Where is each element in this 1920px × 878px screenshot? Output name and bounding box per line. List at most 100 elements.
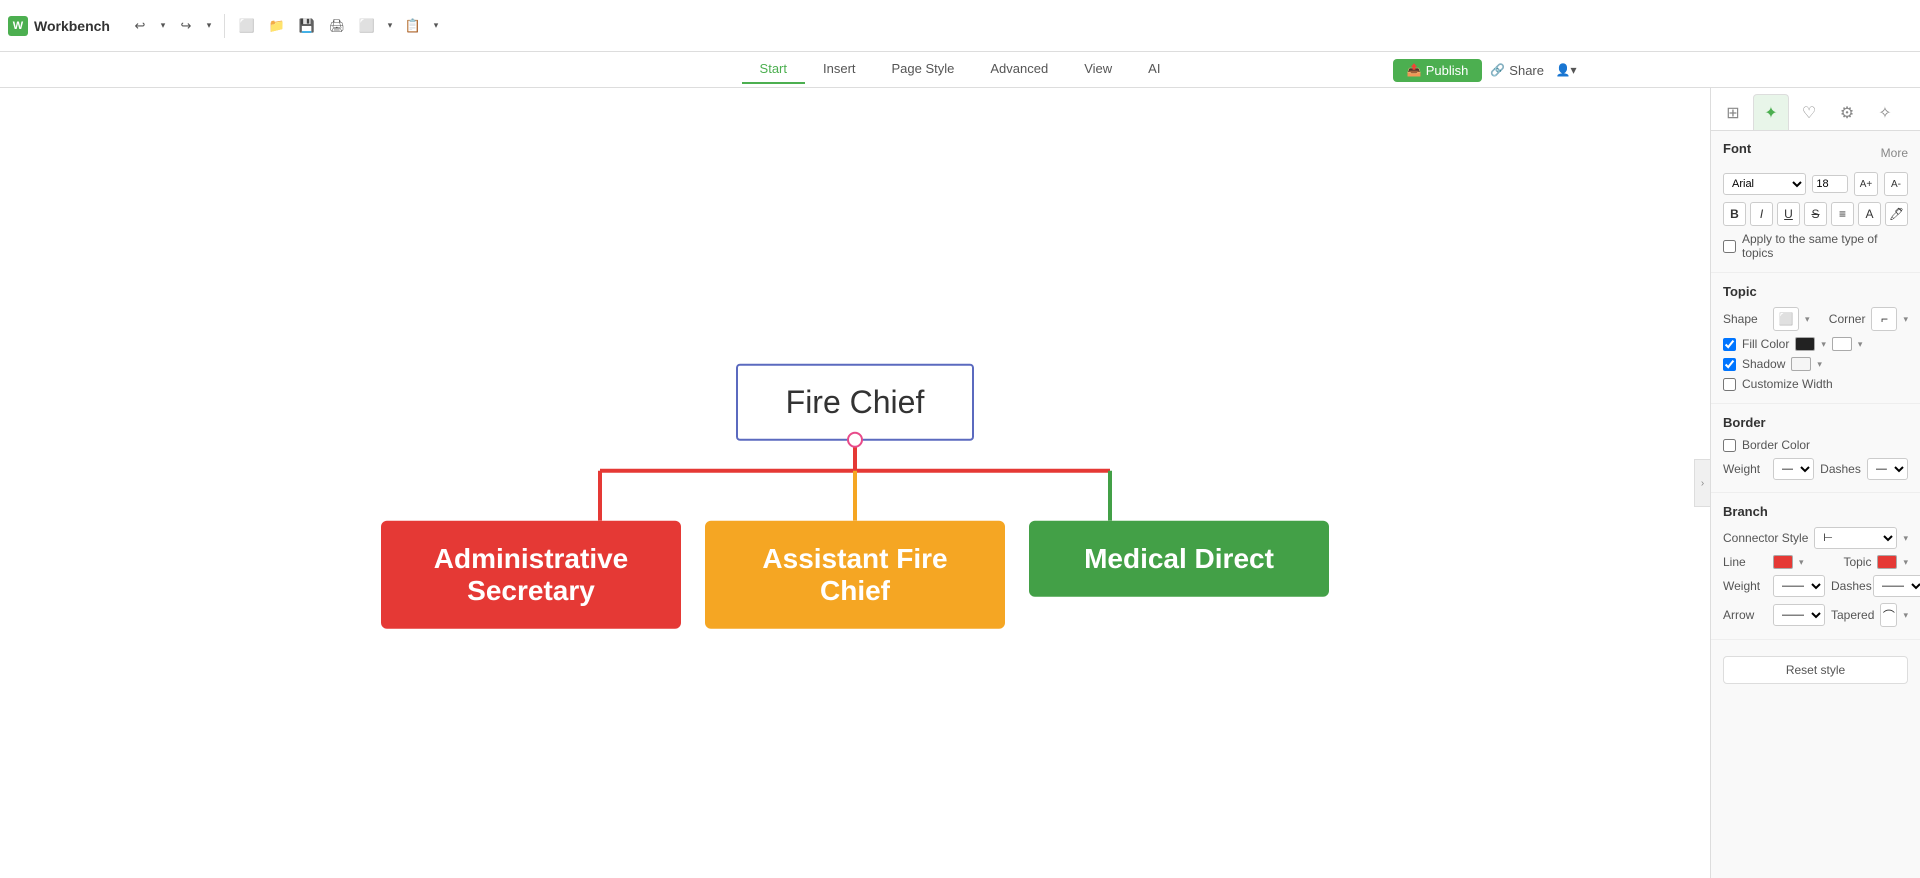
undo-dropdown[interactable]: ▾	[156, 12, 170, 40]
font-color-button[interactable]: A	[1858, 202, 1881, 226]
topic-section-title: Topic	[1723, 284, 1757, 299]
brand-icon: W	[8, 16, 28, 36]
font-size-input[interactable]	[1812, 175, 1848, 193]
border-dashes-select[interactable]: —	[1867, 458, 1908, 480]
menubar: Start Insert Page Style Advanced View AI…	[0, 52, 1920, 88]
border-color-checkbox[interactable]	[1723, 439, 1736, 452]
child-node-2[interactable]: Medical Direct	[1029, 521, 1329, 597]
fill-color-checkbox[interactable]	[1723, 338, 1736, 351]
fill-color-dropdown2[interactable]: ▾	[1858, 339, 1863, 350]
align-button[interactable]: ≡	[1831, 202, 1854, 226]
font-family-select[interactable]: Arial	[1723, 173, 1806, 195]
tapered-select[interactable]: ⌒	[1880, 603, 1897, 627]
shadow-checkbox[interactable]	[1723, 358, 1736, 371]
menu-page-style[interactable]: Page Style	[874, 55, 973, 84]
branch-arrow-select[interactable]: ——	[1773, 604, 1825, 626]
fill-color-dropdown[interactable]: ▾	[1821, 339, 1826, 350]
account-button[interactable]: 👤▾	[1552, 56, 1580, 84]
branch-line-color[interactable]	[1773, 555, 1793, 569]
reset-section: Reset style	[1711, 640, 1920, 700]
connector-style-select[interactable]: ⊢	[1814, 527, 1897, 549]
branch-topic-color[interactable]	[1877, 555, 1897, 569]
menu-insert[interactable]: Insert	[805, 55, 874, 84]
share-small-button[interactable]: 📋	[399, 12, 427, 40]
shape-select[interactable]: ⬜	[1773, 307, 1799, 331]
export-button[interactable]: ⬜	[353, 12, 381, 40]
fill-color-row: Fill Color ▾ ▾	[1723, 337, 1908, 351]
redo-button[interactable]: ↪	[172, 12, 200, 40]
branch-section: Branch Connector Style ⊢ ▾ Line ▾ Topic …	[1711, 493, 1920, 640]
share-button[interactable]: 🔗 Share	[1490, 63, 1544, 78]
root-node[interactable]: Fire Chief	[736, 364, 975, 441]
strikethrough-button[interactable]: S	[1804, 202, 1827, 226]
branch-weight-select[interactable]: ——	[1773, 575, 1825, 597]
open-button[interactable]: 📁	[263, 12, 291, 40]
bold-button[interactable]: B	[1723, 202, 1746, 226]
main-area: Fire Chief	[0, 88, 1920, 878]
border-weight-label: Weight	[1723, 462, 1767, 476]
connector-style-dropdown[interactable]: ▾	[1903, 533, 1908, 544]
font-size-decrease[interactable]: A-	[1884, 172, 1908, 196]
menu-advanced[interactable]: Advanced	[972, 55, 1066, 84]
panel-tab-marker[interactable]: ♡	[1791, 94, 1827, 130]
new-button[interactable]: ⬜	[233, 12, 261, 40]
collapse-panel-button[interactable]: ›	[1694, 459, 1710, 507]
branch-line-dropdown[interactable]: ▾	[1799, 557, 1804, 568]
undo-redo-group: ↩ ▾ ↪ ▾	[126, 12, 216, 40]
menu-ai[interactable]: AI	[1130, 55, 1178, 84]
tapered-dropdown[interactable]: ▾	[1903, 610, 1908, 621]
menu-view[interactable]: View	[1066, 55, 1130, 84]
apply-same-type-row: Apply to the same type of topics	[1723, 232, 1908, 260]
save-button[interactable]: 💾	[293, 12, 321, 40]
branch-topic-dropdown[interactable]: ▾	[1903, 557, 1908, 568]
italic-button[interactable]: I	[1750, 202, 1773, 226]
panel-tab-settings[interactable]: ⚙	[1829, 94, 1865, 130]
panel-tab-layout[interactable]: ⊞	[1715, 94, 1751, 130]
customize-width-row: Customize Width	[1723, 377, 1908, 391]
export-dropdown[interactable]: ▾	[383, 12, 397, 40]
child-label-2: Medical Direct	[1084, 543, 1274, 574]
panel-tab-ai[interactable]: ✧	[1867, 94, 1903, 130]
child-node-0[interactable]: Administrative Secretary	[381, 521, 681, 629]
font-size-increase[interactable]: A+	[1854, 172, 1878, 196]
corner-select[interactable]: ⌐	[1871, 307, 1897, 331]
print-button[interactable]: 🖨	[323, 12, 351, 40]
branch-weight-dashes-row: Weight —— Dashes ——	[1723, 575, 1908, 597]
connector-dot	[847, 432, 863, 448]
child-node-1[interactable]: Assistant Fire Chief	[705, 521, 1005, 629]
publish-button[interactable]: 📤 Publish	[1393, 59, 1483, 82]
shadow-label: Shadow	[1742, 357, 1785, 371]
share-dropdown[interactable]: ▾	[429, 12, 443, 40]
shape-corner-row: Shape ⬜ ▾ Corner ⌐ ▾	[1723, 307, 1908, 331]
underline-button[interactable]: U	[1777, 202, 1800, 226]
connector-style-label: Connector Style	[1723, 531, 1808, 545]
more-button[interactable]: More	[1881, 146, 1908, 160]
panel-tab-style[interactable]: ✦	[1753, 94, 1789, 130]
reset-style-button[interactable]: Reset style	[1723, 656, 1908, 684]
border-weight-select[interactable]: —	[1773, 458, 1814, 480]
menu-start[interactable]: Start	[742, 55, 805, 84]
branch-dashes-select[interactable]: ——	[1873, 575, 1920, 597]
canvas[interactable]: Fire Chief	[0, 88, 1710, 878]
child-label-1: Assistant Fire Chief	[762, 543, 947, 606]
apply-same-label: Apply to the same type of topics	[1742, 232, 1908, 260]
right-panel: ⊞ ✦ ♡ ⚙ ✧ Font More Arial A+ A- B I	[1710, 88, 1920, 878]
shadow-dropdown[interactable]: ▾	[1817, 359, 1822, 370]
border-weight-dashes-row: Weight — Dashes —	[1723, 458, 1908, 480]
corner-dropdown[interactable]: ▾	[1903, 314, 1908, 325]
border-section: Border Border Color Weight — Dashes —	[1711, 404, 1920, 493]
font-section-title: Font	[1723, 141, 1751, 156]
customize-width-checkbox[interactable]	[1723, 378, 1736, 391]
apply-same-checkbox[interactable]	[1723, 240, 1736, 253]
shadow-color-swatch[interactable]	[1791, 357, 1811, 371]
customize-width-label: Customize Width	[1742, 377, 1833, 391]
redo-dropdown[interactable]: ▾	[202, 12, 216, 40]
shape-dropdown[interactable]: ▾	[1805, 314, 1810, 325]
fill-color-swatch2[interactable]	[1832, 337, 1852, 351]
toolbar: W Workbench ↩ ▾ ↪ ▾ ⬜ 📁 💾 🖨 ⬜ ▾ 📋 ▾	[0, 0, 1920, 52]
panel-tabs: ⊞ ✦ ♡ ⚙ ✧	[1711, 88, 1920, 131]
connector-style-row: Connector Style ⊢ ▾	[1723, 527, 1908, 549]
fill-color-swatch[interactable]	[1795, 337, 1815, 351]
highlight-button[interactable]: 🖊	[1885, 202, 1908, 226]
undo-button[interactable]: ↩	[126, 12, 154, 40]
